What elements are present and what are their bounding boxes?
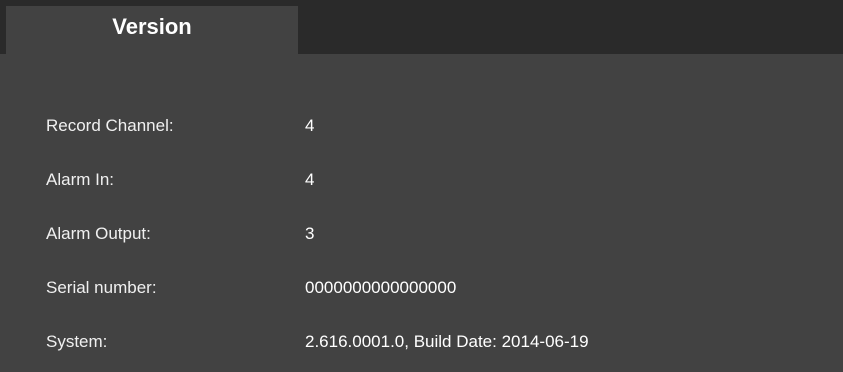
record-channel-value: 4	[305, 116, 315, 135]
alarm-in-value: 4	[305, 170, 315, 189]
serial-number-value: 0000000000000000	[305, 278, 457, 297]
system-value: 2.616.0001.0, Build Date: 2014-06-19	[305, 332, 589, 351]
system-label: System:	[46, 332, 108, 351]
info-row-serial-number: Serial number: 0000000000000000	[0, 266, 843, 320]
info-row-alarm-in: Alarm In: 4	[0, 158, 843, 212]
alarm-in-label: Alarm In:	[46, 170, 115, 189]
version-panel: Version Record Channel: 4 Alarm In: 4 Al…	[0, 0, 843, 372]
tab-bar: Version	[0, 0, 843, 54]
info-row-system: System: 2.616.0001.0, Build Date: 2014-0…	[0, 320, 843, 372]
alarm-output-value: 3	[305, 224, 315, 243]
info-row-record-channel: Record Channel: 4	[0, 104, 843, 158]
serial-number-label: Serial number:	[46, 278, 157, 297]
tab-version[interactable]: Version	[6, 6, 298, 54]
version-info-list: Record Channel: 4 Alarm In: 4 Alarm Outp…	[0, 104, 843, 372]
info-row-alarm-output: Alarm Output: 3	[0, 212, 843, 266]
record-channel-label: Record Channel:	[46, 116, 174, 135]
alarm-output-label: Alarm Output:	[46, 224, 151, 243]
